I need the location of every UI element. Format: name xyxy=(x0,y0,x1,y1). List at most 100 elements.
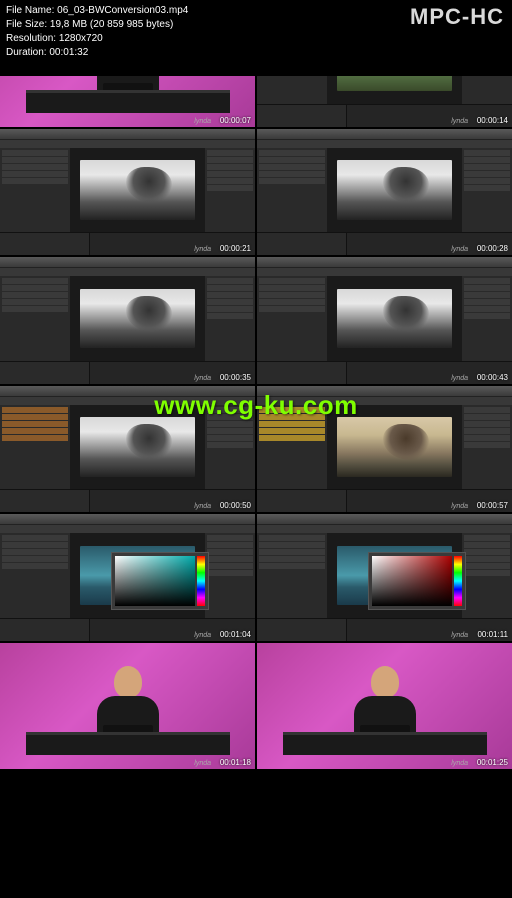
timestamp: 00:01:04 xyxy=(220,630,251,639)
brand-watermark: lynda xyxy=(451,375,468,382)
window-titlebar xyxy=(0,514,255,525)
effects-panel[interactable] xyxy=(461,276,512,361)
menu-bar[interactable] xyxy=(0,525,255,533)
project-panel[interactable] xyxy=(0,405,71,490)
preview-image xyxy=(80,160,195,220)
composition-viewer[interactable] xyxy=(328,533,461,618)
thumbnail[interactable]: 00:01:11 lynda xyxy=(257,514,512,641)
effects-panel[interactable] xyxy=(461,405,512,490)
color-picker-dialog[interactable] xyxy=(368,552,466,610)
timeline-panel[interactable] xyxy=(257,618,512,641)
duration-label: Duration: xyxy=(6,47,47,58)
thumbnail[interactable]: 00:00:35 lynda xyxy=(0,257,255,384)
timeline-panel[interactable] xyxy=(0,361,255,384)
color-field[interactable] xyxy=(115,556,195,606)
effects-panel[interactable] xyxy=(461,533,512,618)
composition-viewer[interactable] xyxy=(71,533,204,618)
brand-watermark: lynda xyxy=(194,246,211,253)
brand-watermark: lynda xyxy=(451,760,468,767)
timeline-panel[interactable] xyxy=(0,618,255,641)
timeline-panel[interactable] xyxy=(0,489,255,512)
brand-watermark: lynda xyxy=(451,503,468,510)
menu-bar[interactable] xyxy=(257,140,512,148)
project-panel[interactable] xyxy=(0,148,71,233)
menu-bar[interactable] xyxy=(0,140,255,148)
hue-slider[interactable] xyxy=(197,556,205,606)
resolution-value: 1280x720 xyxy=(59,33,103,44)
resolution-label: Resolution: xyxy=(6,33,56,44)
watermark-text: www.cg-ku.com xyxy=(154,390,357,421)
menu-bar[interactable] xyxy=(0,268,255,276)
timestamp: 00:00:21 xyxy=(220,244,251,253)
preview-image xyxy=(337,160,452,220)
thumbnail[interactable]: 00:00:28 lynda xyxy=(257,129,512,256)
timeline-panel[interactable] xyxy=(0,232,255,255)
project-panel[interactable] xyxy=(0,533,71,618)
timestamp: 00:00:43 xyxy=(477,373,508,382)
table xyxy=(283,732,487,755)
hue-slider[interactable] xyxy=(454,556,462,606)
color-picker-dialog[interactable] xyxy=(111,552,209,610)
file-name-label: File Name: xyxy=(6,5,54,16)
effects-panel[interactable] xyxy=(204,533,255,618)
timestamp: 00:00:07 xyxy=(220,116,251,125)
brand-watermark: lynda xyxy=(194,503,211,510)
preview-image xyxy=(80,289,195,349)
thumbnail-grid: 00:00:07lyndamaccmd + opt + ywinctrl + a… xyxy=(0,0,512,898)
composition-viewer[interactable] xyxy=(328,148,461,233)
duration-value: 00:01:32 xyxy=(49,47,88,58)
timestamp: 00:00:57 xyxy=(477,501,508,510)
preview-image xyxy=(80,417,195,477)
timeline-panel[interactable] xyxy=(257,104,512,127)
preview-image xyxy=(337,289,452,349)
window-titlebar xyxy=(0,129,255,140)
window-titlebar xyxy=(0,257,255,268)
timeline-panel[interactable] xyxy=(257,489,512,512)
brand-watermark: lynda xyxy=(194,375,211,382)
project-panel[interactable] xyxy=(257,276,328,361)
table xyxy=(26,732,230,755)
brand-watermark: lynda xyxy=(451,118,468,125)
project-panel[interactable] xyxy=(0,276,71,361)
file-size-label: File Size: xyxy=(6,19,47,30)
window-titlebar xyxy=(257,129,512,140)
timestamp: 00:00:14 xyxy=(477,116,508,125)
project-panel[interactable] xyxy=(257,148,328,233)
brand-watermark: lynda xyxy=(451,246,468,253)
brand-watermark: lynda xyxy=(194,632,211,639)
thumbnail[interactable]: 00:00:43 lynda xyxy=(257,257,512,384)
timeline-panel[interactable] xyxy=(257,361,512,384)
window-titlebar xyxy=(257,514,512,525)
project-panel[interactable] xyxy=(257,533,328,618)
thumbnail[interactable]: 00:01:18 lynda xyxy=(0,643,255,770)
file-info-overlay: MPC-HC File Name: 06_03-BWConversion03.m… xyxy=(0,0,512,76)
window-titlebar xyxy=(257,257,512,268)
brand-watermark: lynda xyxy=(194,118,211,125)
timestamp: 00:01:11 xyxy=(477,630,508,639)
effects-panel[interactable] xyxy=(204,148,255,233)
timestamp: 00:01:18 xyxy=(220,758,251,767)
color-field[interactable] xyxy=(372,556,452,606)
menu-bar[interactable] xyxy=(257,268,512,276)
thumbnail[interactable]: 00:00:21 lynda xyxy=(0,129,255,256)
thumbnail[interactable]: 00:01:25 lynda xyxy=(257,643,512,770)
timeline-panel[interactable] xyxy=(257,232,512,255)
player-logo: MPC-HC xyxy=(410,4,504,30)
file-name-value: 06_03-BWConversion03.mp4 xyxy=(57,5,188,16)
effects-panel[interactable] xyxy=(461,148,512,233)
table xyxy=(26,90,230,113)
effects-panel[interactable] xyxy=(204,276,255,361)
preview-image xyxy=(337,417,452,477)
composition-viewer[interactable] xyxy=(71,276,204,361)
brand-watermark: lynda xyxy=(451,632,468,639)
brand-watermark: lynda xyxy=(194,760,211,767)
file-size-value: 19,8 MB (20 859 985 bytes) xyxy=(50,19,173,30)
menu-bar[interactable] xyxy=(257,525,512,533)
timestamp: 00:00:35 xyxy=(220,373,251,382)
timestamp: 00:00:50 xyxy=(220,501,251,510)
timestamp: 00:01:25 xyxy=(477,758,508,767)
thumbnail[interactable]: 00:01:04 lynda xyxy=(0,514,255,641)
composition-viewer[interactable] xyxy=(71,148,204,233)
composition-viewer[interactable] xyxy=(328,276,461,361)
timestamp: 00:00:28 xyxy=(477,244,508,253)
